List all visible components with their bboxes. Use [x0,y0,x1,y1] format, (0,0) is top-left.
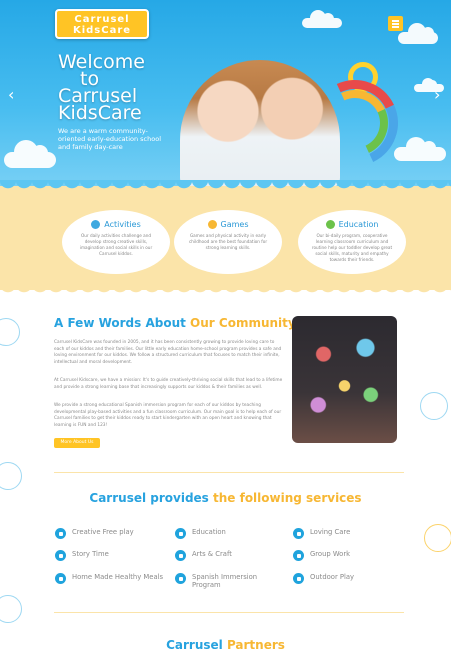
service-label: Home Made Healthy Meals [72,573,164,581]
cloud-decoration [394,137,446,161]
education-icon [325,220,335,229]
hero-title: Welcome to Carrusel KidsCare [58,51,145,124]
service-label: Education [192,528,226,536]
creative-play-icon [55,528,66,539]
service-item: Group Work [293,550,350,561]
hero-title-line: Welcome [58,51,145,73]
slider-prev-arrow-icon[interactable]: ‹ [8,87,18,103]
about-section-title: A Few Words About Our Community [54,316,296,330]
logo-line-1: Carrusel [74,14,130,25]
logo-line-2: KidsCare [72,25,132,36]
spanish-immersion-icon [175,573,186,584]
story-time-icon [55,550,66,561]
about-paragraph: Carrusel KidsCare was founded in 2005, a… [54,340,282,365]
feature-text: Our daily activities challenge and devel… [79,233,153,256]
doodle-face-icon [424,524,451,552]
activities-icon [91,220,101,229]
meals-icon [55,573,66,584]
hero-subtitle: We are a warm community-oriented early-e… [58,127,162,151]
hero-title-line: KidsCare [58,102,142,124]
hero-kids-photo [180,60,340,188]
services-section-title: Carrusel provides the following services [0,491,451,505]
service-item: Education [175,528,226,539]
doodle-face-icon [0,595,22,623]
cloud-decoration [4,140,56,168]
service-label: Loving Care [310,528,351,536]
feature-card-games: Games Games and physical activity in ear… [174,210,282,274]
service-item: Spanish Immersion Program [175,573,262,589]
partners-title-start: Carrusel [166,638,227,652]
feature-card-activities: Activities Our daily activities challeng… [62,210,170,274]
about-paragraph: We provide a strong educational Spanish … [54,403,282,428]
games-icon [207,220,217,229]
education-icon [175,528,186,539]
feature-title: Education [338,220,379,229]
cloud-decoration [302,10,342,28]
service-label: Creative Free play [72,528,134,536]
about-paragraph: At Carrusel Kidscare, we have a mission:… [54,378,283,390]
service-item: Story Time [55,550,109,561]
menu-line [392,23,399,25]
arts-craft-icon [175,550,186,561]
menu-line [392,26,399,28]
service-label: Spanish Immersion Program [192,573,258,589]
service-item: Loving Care [293,528,350,539]
more-about-us-button[interactable]: More About Us [54,438,100,448]
slider-next-arrow-icon[interactable]: › [434,87,444,103]
doodle-face-icon [0,462,22,490]
scallop-edge [0,180,451,194]
feature-text: Games and physical activity in early chi… [188,233,268,250]
service-item: Creative Free play [55,528,134,539]
feature-title: Games [220,220,249,229]
about-title-highlight: Our Community [190,316,296,330]
service-label: Outdoor Play [310,573,355,581]
cloud-decoration [398,23,438,44]
group-work-icon [293,550,304,561]
service-item: Outdoor Play [293,573,354,584]
services-title-highlight: the following services [213,491,362,505]
menu-line [392,20,399,22]
loving-care-icon [293,528,304,539]
service-label: Story Time [72,550,109,558]
feature-card-education: Education Our bi-daily program, cooperat… [298,210,406,274]
partners-title-highlight: Partners [226,638,285,652]
service-item: Home Made Healthy Meals [55,573,163,584]
hamburger-menu-button[interactable] [388,16,403,31]
partners-section-title: Carrusel Partners [0,638,451,652]
feature-text: Our bi-daily program, cooperative learni… [311,233,393,262]
service-item: Arts & Craft [175,550,232,561]
service-label: Group Work [310,550,351,558]
services-title-start: Carrusel provides [89,491,213,505]
site-logo[interactable]: Carrusel KidsCare [55,9,149,39]
service-label: Arts & Craft [192,550,232,558]
outdoor-play-icon [293,573,304,584]
doodle-face-icon [420,392,448,420]
feature-title: Activities [104,220,141,229]
doodle-face-icon [0,318,20,346]
hero-banner: Carrusel KidsCare ‹ › Welcome to Carruse… [0,0,451,196]
community-photo [292,316,397,443]
scallop-edge [0,284,451,296]
about-title-start: A Few Words About [54,316,191,330]
section-divider [54,612,404,613]
section-divider [54,472,404,473]
